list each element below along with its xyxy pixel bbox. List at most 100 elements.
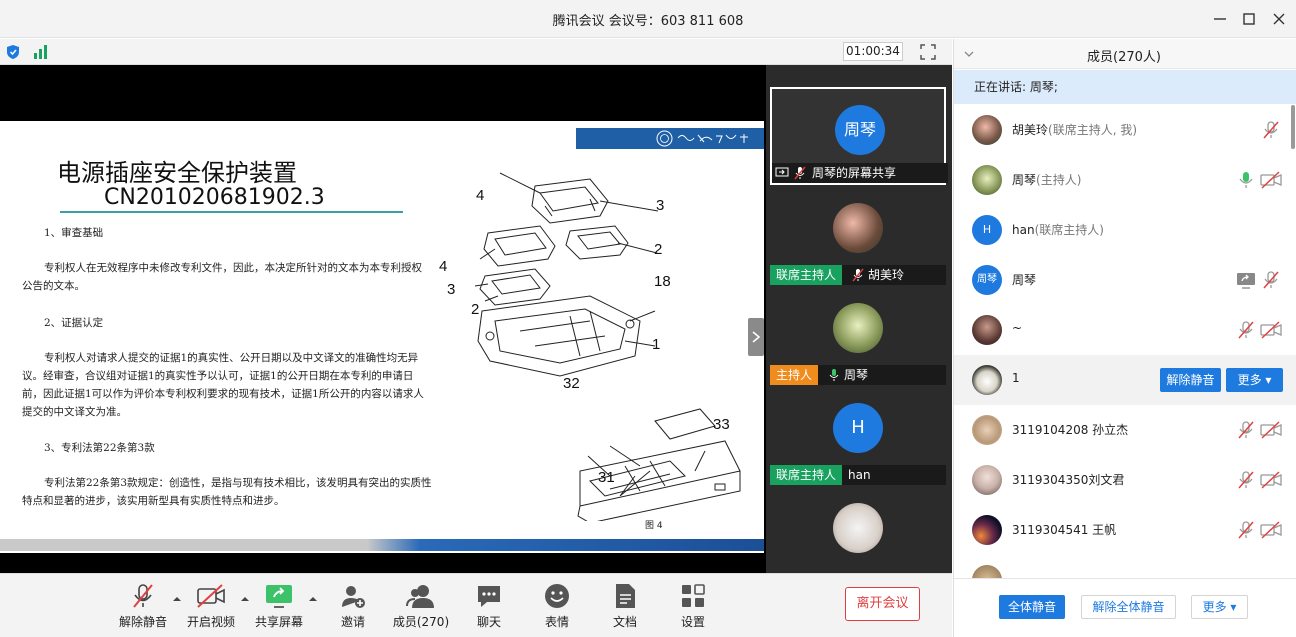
camera-off-icon[interactable]: [1259, 320, 1283, 340]
mic-muted-icon[interactable]: [1236, 470, 1256, 490]
avatar: [972, 165, 1002, 195]
status-bar: 01:00:34: [0, 39, 952, 65]
unmute-label: 解除静音: [118, 615, 167, 629]
university-logo-text: [677, 134, 748, 144]
camera-off-icon: [197, 584, 225, 608]
university-seal-icon: [656, 130, 673, 147]
member-name: 3119304350刘文君: [1012, 473, 1125, 487]
unmute-member-button[interactable]: 解除静音: [1160, 368, 1221, 392]
invite-button[interactable]: 邀请: [323, 580, 383, 634]
tile-label: 周琴的屏幕共享: [772, 163, 948, 183]
collapse-video-button[interactable]: [748, 318, 764, 356]
video-tile[interactable]: 联席主持人 胡美玲: [770, 187, 946, 285]
camera-off-icon[interactable]: [1259, 520, 1283, 540]
list-item[interactable]: 3119304350刘文君: [954, 455, 1296, 505]
members-scrollbar[interactable]: [1291, 105, 1295, 149]
caret-up-icon[interactable]: [308, 594, 318, 604]
list-item[interactable]: 胡美玲(联席主持人, 我): [954, 105, 1296, 155]
emoji-button[interactable]: 表情: [527, 580, 587, 634]
list-item[interactable]: [954, 555, 1296, 578]
settings-label: 设置: [680, 615, 705, 629]
section-3-heading: 3、专利法第22条第3款: [44, 442, 155, 454]
settings-grid-icon: [682, 584, 705, 607]
figure-label: 2: [654, 241, 663, 258]
settings-button[interactable]: 设置: [663, 580, 723, 634]
tile-label: 主持人 周琴: [770, 365, 946, 385]
chevron-right-icon: [752, 331, 761, 343]
close-icon[interactable]: [1269, 9, 1289, 29]
signal-icon[interactable]: [33, 44, 49, 59]
title-underline: [60, 211, 403, 213]
avatar: [972, 115, 1002, 145]
list-item[interactable]: 周琴 周琴: [954, 255, 1296, 305]
list-item[interactable]: 3119304541 王帆: [954, 505, 1296, 555]
avatar: H: [833, 403, 883, 453]
documents-button[interactable]: 文档: [595, 580, 655, 634]
camera-off-icon[interactable]: [1259, 170, 1283, 190]
video-tile[interactable]: [770, 487, 946, 573]
section-2-heading: 2、证据认定: [44, 317, 104, 329]
video-tile[interactable]: 主持人 周琴: [770, 287, 946, 385]
share-screen-button[interactable]: 共享屏幕: [249, 580, 309, 634]
title-bar: 腾讯会议 会议号：603 811 608: [0, 0, 1296, 38]
avatar: H: [972, 215, 1002, 245]
share-screen-label: 共享屏幕: [254, 615, 303, 629]
avatar: [833, 303, 883, 353]
video-tile[interactable]: H 联席主持人 han: [770, 387, 946, 485]
mic-muted-icon[interactable]: [1236, 520, 1256, 540]
mic-muted-icon[interactable]: [1236, 320, 1256, 340]
leave-meeting-button[interactable]: 离开会议: [845, 587, 920, 621]
list-item[interactable]: ~: [954, 305, 1296, 355]
section-3-body: 专利法第22条第3款规定：创造性，是指与现有技术相比，该发明具有突出的实质性特点…: [22, 477, 432, 507]
members-label: 成员(270): [392, 615, 450, 629]
slide-header-bar: [576, 128, 764, 149]
mic-muted-icon[interactable]: [1261, 120, 1281, 140]
chat-label: 聊天: [476, 615, 501, 629]
document-icon: [616, 584, 635, 608]
list-item[interactable]: 周琴(主持人): [954, 155, 1296, 205]
chat-button[interactable]: 聊天: [459, 580, 519, 634]
mic-muted-icon[interactable]: [1236, 420, 1256, 440]
mic-active-icon[interactable]: [1236, 170, 1256, 190]
members-button[interactable]: 成员(270): [391, 580, 451, 634]
camera-off-icon[interactable]: [1259, 470, 1283, 490]
member-name: 周琴: [1012, 273, 1037, 287]
camera-off-icon[interactable]: [1259, 420, 1283, 440]
unmute-button[interactable]: 解除静音: [113, 580, 173, 634]
meeting-toolbar: 解除静音 开启视频 共享屏幕 邀请 成员(270) 聊天 表情 文档 设置 离开…: [0, 573, 952, 637]
start-video-label: 开启视频: [186, 615, 235, 629]
members-panel: 成员(270人) 正在讲话: 周琴; 胡美玲(联席主持人, 我) 周琴(主持人)…: [953, 39, 1296, 637]
mic-muted-icon[interactable]: [1261, 270, 1281, 290]
fullscreen-icon[interactable]: [920, 44, 936, 60]
member-name: 胡美玲(联席主持人, 我): [1012, 123, 1138, 137]
start-video-button[interactable]: 开启视频: [181, 580, 241, 634]
list-item[interactable]: 1 解除静音 更多 ▾: [954, 355, 1296, 405]
avatar: [972, 565, 1002, 578]
minimize-icon[interactable]: [1210, 9, 1230, 29]
shield-icon[interactable]: [6, 44, 20, 60]
role-badge: 联席主持人: [770, 465, 843, 485]
member-name: ~: [1012, 321, 1023, 335]
mute-all-button[interactable]: 全体静音: [999, 595, 1065, 619]
members-count: 成员(270人): [1087, 50, 1161, 65]
mic-muted-icon: [133, 584, 153, 608]
figure-label: 3: [656, 197, 665, 214]
avatar: [972, 515, 1002, 545]
role-badge: 联席主持人: [770, 265, 843, 285]
video-tile[interactable]: 周琴 周琴的屏幕共享: [770, 87, 948, 185]
avatar: [972, 465, 1002, 495]
member-name: 1: [1012, 371, 1020, 385]
list-item[interactable]: 3119104208 孙立杰: [954, 405, 1296, 455]
section-1-heading: 1、审查基础: [44, 227, 104, 239]
maximize-icon[interactable]: [1239, 9, 1259, 29]
mic-muted-icon: [794, 166, 806, 180]
list-item[interactable]: H han(联席主持人): [954, 205, 1296, 255]
more-button[interactable]: 更多 ▾: [1191, 595, 1248, 619]
avatar: 周琴: [835, 105, 885, 155]
emoji-label: 表情: [544, 615, 569, 629]
members-list: 胡美玲(联席主持人, 我) 周琴(主持人) H han(联席主持人) 周琴 周琴: [954, 105, 1296, 578]
more-options-button[interactable]: 更多 ▾: [1226, 368, 1283, 392]
figure-label: 33: [713, 416, 730, 433]
screen-share-icon[interactable]: [1234, 270, 1258, 290]
unmute-all-button[interactable]: 解除全体静音: [1081, 595, 1176, 619]
